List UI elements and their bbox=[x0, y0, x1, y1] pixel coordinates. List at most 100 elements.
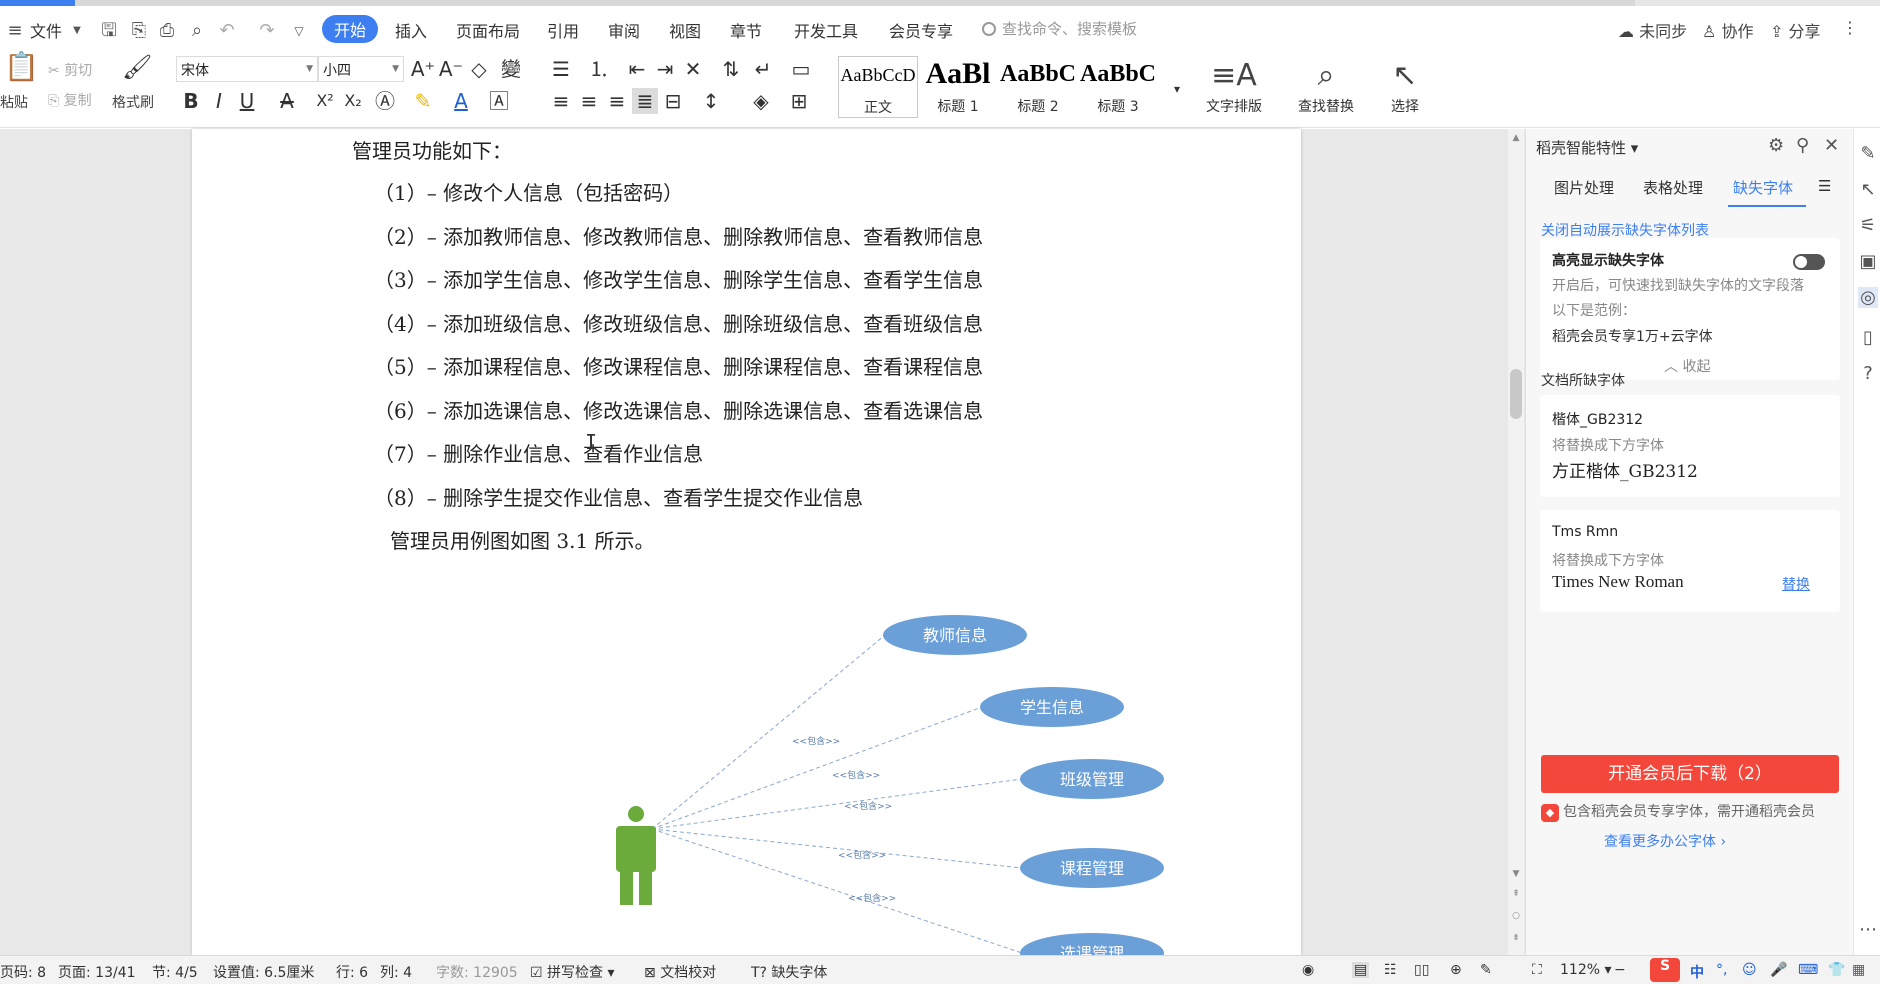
collaborate-button[interactable]: ♙ 协作 bbox=[1702, 18, 1753, 42]
distributed-align-icon[interactable]: ⊟ bbox=[660, 88, 686, 114]
undo-icon[interactable]: ↶ bbox=[216, 20, 238, 42]
style-heading-3[interactable]: AaBbC 标题 3 bbox=[1078, 56, 1158, 118]
tab-image-processing[interactable]: 图片处理 bbox=[1554, 177, 1614, 198]
write-mode-icon[interactable]: ✎ bbox=[1480, 962, 1492, 978]
tab-review[interactable]: 审阅 bbox=[608, 18, 640, 42]
scrollbar-thumb[interactable] bbox=[1510, 369, 1522, 419]
prev-page-icon[interactable]: ⇞ bbox=[1508, 889, 1524, 899]
smart-features-icon[interactable]: ◎ bbox=[1858, 287, 1878, 308]
download-fonts-button[interactable]: 开通会员后下载（2） bbox=[1541, 755, 1839, 793]
sort-icon[interactable]: ⇅ bbox=[718, 56, 744, 82]
next-page-icon[interactable]: ⇟ bbox=[1508, 933, 1524, 943]
increase-indent-icon[interactable]: ⇥ bbox=[652, 56, 678, 82]
tab-references[interactable]: 引用 bbox=[547, 18, 579, 42]
style-normal[interactable]: AaBbCcD 正文 bbox=[838, 56, 918, 118]
ime-punctuation-icon[interactable]: °, bbox=[1716, 962, 1727, 978]
close-icon[interactable]: ✕ bbox=[1824, 135, 1839, 156]
highlight-color-icon[interactable]: ✎ bbox=[410, 88, 436, 114]
panel-menu-icon[interactable]: ☰ bbox=[1818, 177, 1831, 195]
ime-toolbox-icon[interactable]: ▦ bbox=[1852, 962, 1865, 978]
text-effect-icon[interactable]: Ⓐ bbox=[372, 88, 398, 114]
more-tools-icon[interactable]: ⋯ bbox=[1858, 919, 1878, 940]
font-color-icon[interactable]: A bbox=[448, 88, 474, 114]
highlight-toggle[interactable] bbox=[1793, 254, 1825, 270]
print-icon[interactable]: ⎙ bbox=[156, 20, 178, 42]
share-button[interactable]: ⇪ 分享 bbox=[1770, 18, 1821, 42]
command-search[interactable]: 查找命令、搜索模板 bbox=[982, 18, 1137, 39]
hamburger-icon[interactable]: ≡ bbox=[4, 20, 26, 42]
align-center-icon[interactable]: ≡ bbox=[576, 88, 602, 114]
paste-icon[interactable]: 📋 bbox=[4, 53, 39, 81]
shading-icon[interactable]: ◈ bbox=[748, 88, 774, 114]
copy-button[interactable]: ⎘ 复制 bbox=[48, 90, 92, 110]
style-heading-2[interactable]: AaBbC 标题 2 bbox=[998, 56, 1078, 118]
tab-developer[interactable]: 开发工具 bbox=[794, 18, 858, 42]
outline-view-icon[interactable]: ☷ bbox=[1384, 962, 1397, 978]
pin-icon[interactable]: ⚲ bbox=[1796, 135, 1809, 156]
collapse-button[interactable]: ︿ 收起 bbox=[1664, 356, 1710, 376]
ime-skin-icon[interactable]: 👕 bbox=[1828, 962, 1845, 978]
cut-button[interactable]: ✂ 剪切 bbox=[48, 60, 92, 80]
close-auto-show-link[interactable]: 关闭自动展示缺失字体列表 bbox=[1541, 220, 1709, 240]
web-view-icon[interactable]: ⊕ bbox=[1450, 962, 1462, 978]
book-icon[interactable]: ▯ bbox=[1858, 327, 1878, 348]
border-icon[interactable]: ⊞ bbox=[786, 88, 812, 114]
format-painter-icon[interactable]: 🖌 bbox=[122, 54, 152, 80]
help-icon[interactable]: ? bbox=[1858, 363, 1878, 384]
doc-check-button[interactable]: ⊠ 文档校对 bbox=[644, 962, 716, 982]
tab-table-processing[interactable]: 表格处理 bbox=[1643, 177, 1703, 198]
save-icon[interactable]: 🖫 bbox=[98, 20, 120, 42]
italic-icon[interactable]: I bbox=[206, 88, 232, 114]
format-painter-button[interactable]: 格式刷 bbox=[112, 92, 154, 112]
chinese-layout-icon[interactable]: ✕ bbox=[680, 56, 706, 82]
browse-object-icon[interactable]: ○ bbox=[1508, 911, 1524, 921]
line-spacing-icon[interactable]: ↕ bbox=[698, 88, 724, 114]
status-word-count[interactable]: 字数: 12905 bbox=[436, 962, 518, 982]
ime-logo-icon[interactable]: S bbox=[1650, 958, 1680, 982]
redo-icon[interactable]: ↷ bbox=[256, 20, 278, 42]
export-pdf-icon[interactable]: ⎘ bbox=[128, 20, 150, 42]
missing-font-button[interactable]: T? 缺失字体 bbox=[751, 962, 827, 982]
paste-button[interactable]: 粘贴 bbox=[0, 92, 28, 112]
sync-status-button[interactable]: ☁ 未同步 bbox=[1618, 18, 1687, 42]
decrease-indent-icon[interactable]: ⇤ bbox=[624, 56, 650, 82]
gear-icon[interactable]: ⚙ bbox=[1768, 135, 1784, 156]
bullet-list-icon[interactable]: ☰ bbox=[548, 56, 574, 82]
justify-icon[interactable]: ≣ bbox=[632, 88, 658, 114]
vertical-scrollbar[interactable]: ▲ ▼ ⇞ ○ ⇟ bbox=[1508, 129, 1524, 955]
subscript-icon[interactable]: X₂ bbox=[340, 88, 366, 114]
status-page[interactable]: 页面: 13/41 bbox=[58, 962, 136, 982]
select-tool-icon[interactable]: ↖ bbox=[1858, 179, 1878, 200]
settings-sliders-icon[interactable]: ⚟ bbox=[1858, 215, 1878, 236]
tab-insert[interactable]: 插入 bbox=[395, 18, 427, 42]
align-left-icon[interactable]: ≡ bbox=[548, 88, 574, 114]
ime-keyboard-icon[interactable]: ⌨ bbox=[1798, 962, 1818, 978]
tab-chapter[interactable]: 章节 bbox=[730, 18, 762, 42]
font-size-select[interactable]: 小四 ▼ bbox=[318, 56, 404, 82]
more-fonts-link[interactable]: 查看更多办公字体 › bbox=[1604, 831, 1726, 851]
zoom-out-icon[interactable]: − bbox=[1614, 962, 1626, 978]
print-preview-icon[interactable]: ⌕ bbox=[186, 20, 208, 42]
eye-protection-icon[interactable]: ◉ bbox=[1302, 962, 1314, 978]
tab-view[interactable]: 视图 bbox=[669, 18, 701, 42]
ime-language-indicator[interactable]: 中 bbox=[1690, 962, 1704, 982]
ruler-icon[interactable]: ▭ bbox=[788, 56, 814, 82]
styles-more-icon[interactable]: ▾ bbox=[1164, 76, 1190, 102]
numbered-list-icon[interactable]: ⒈ bbox=[586, 56, 612, 82]
paragraph-mark-icon[interactable]: ↵ bbox=[750, 56, 776, 82]
chevron-down-icon[interactable]: ▼ bbox=[66, 20, 88, 42]
tab-missing-fonts[interactable]: 缺失字体 bbox=[1733, 177, 1793, 198]
ime-emoji-icon[interactable]: ☺ bbox=[1742, 962, 1757, 978]
bold-icon[interactable]: B bbox=[178, 88, 204, 114]
tab-member[interactable]: 会员专享 bbox=[889, 18, 953, 42]
superscript-icon[interactable]: X² bbox=[312, 88, 338, 114]
select-button[interactable]: ↖ 选择 bbox=[1380, 56, 1430, 116]
find-replace-button[interactable]: ⌕ 查找替换 bbox=[1288, 56, 1364, 116]
ime-voice-icon[interactable]: 🎤 bbox=[1770, 962, 1787, 978]
document-page[interactable]: 管理员功能如下： （1）– 修改个人信息（包括密码） （2）– 添加教师信息、修… bbox=[192, 129, 1301, 955]
style-heading-1[interactable]: AaBl 标题 1 bbox=[918, 56, 998, 118]
status-section[interactable]: 节: 4/5 bbox=[152, 962, 198, 982]
replace-font-button[interactable]: 替换 bbox=[1782, 574, 1810, 594]
scroll-up-icon[interactable]: ▲ bbox=[1508, 133, 1524, 143]
spell-check-button[interactable]: ☑ 拼写检查 ▾ bbox=[530, 962, 615, 982]
